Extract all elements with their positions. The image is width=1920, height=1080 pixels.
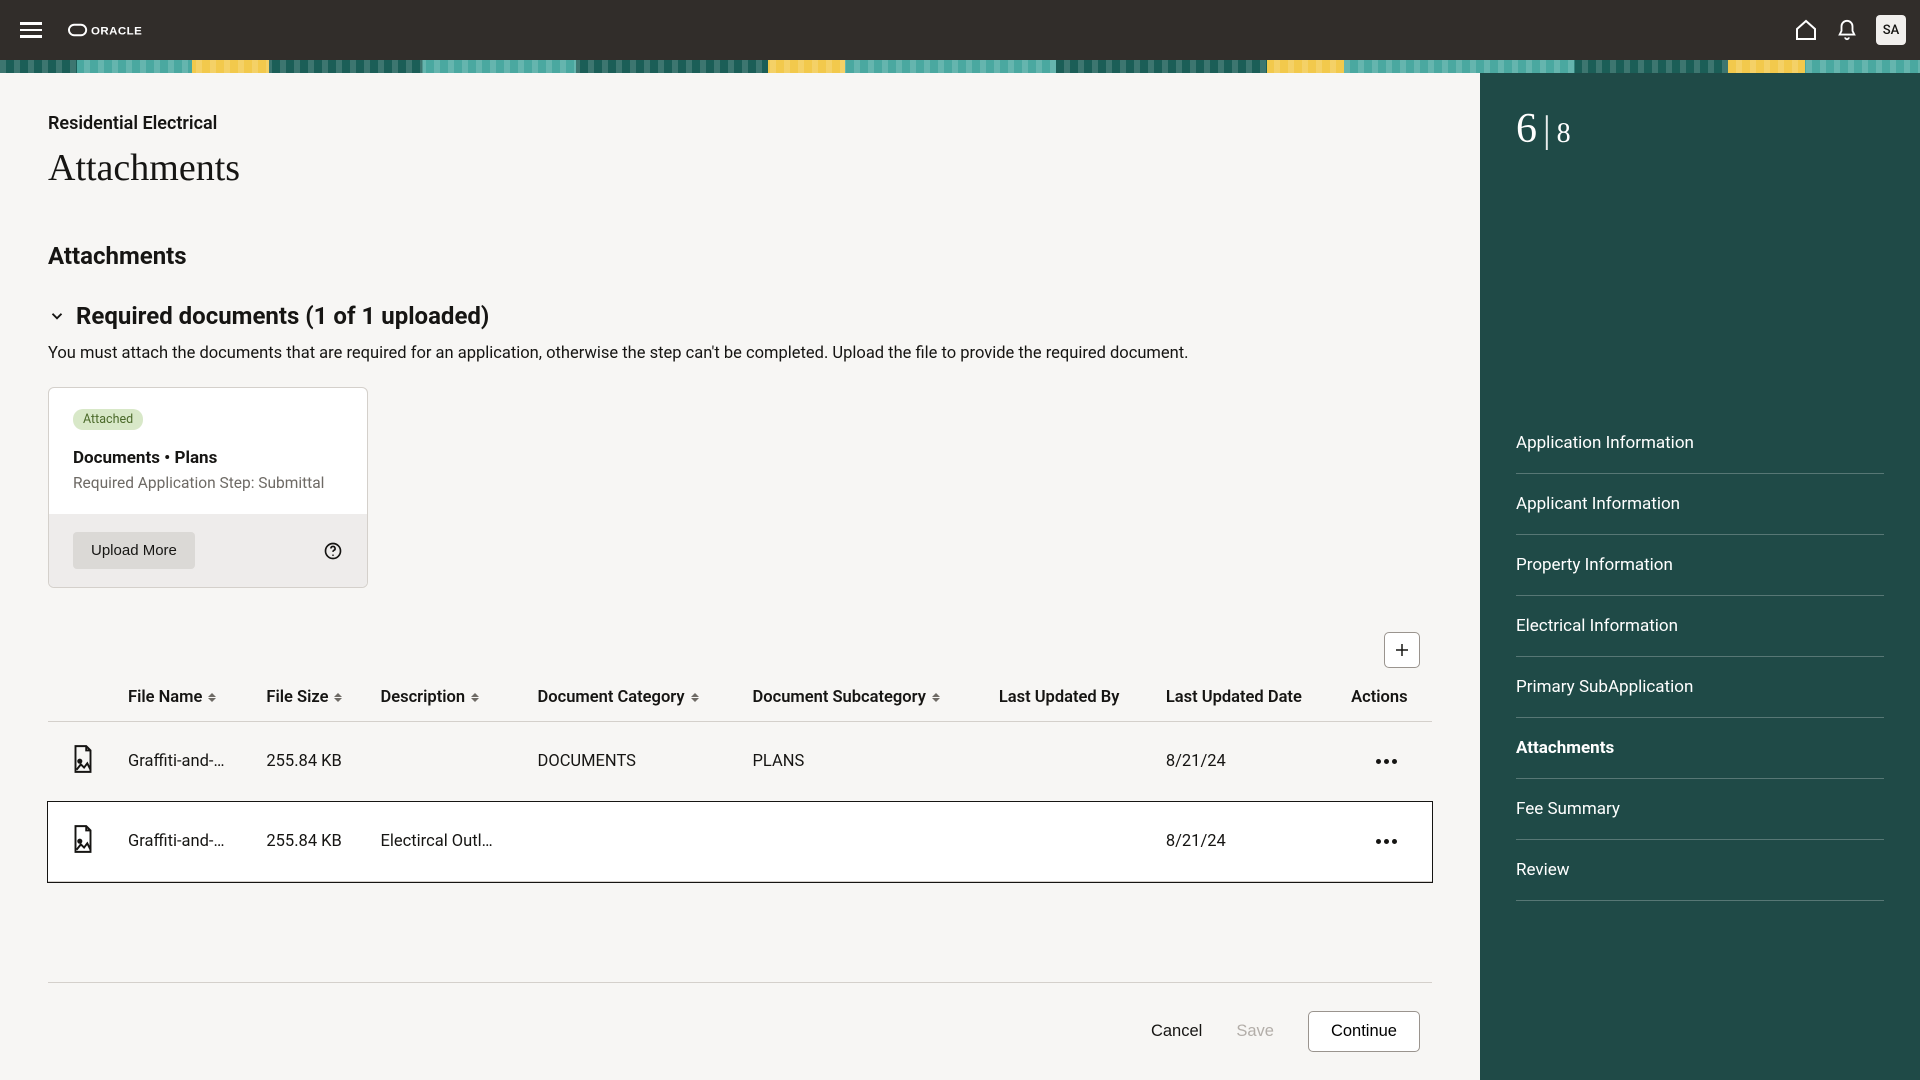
required-docs-title: Required documents (1 of 1 uploaded) (76, 302, 489, 330)
required-docs-description: You must attach the documents that are r… (48, 344, 1432, 363)
total-steps: 8 (1557, 118, 1571, 150)
cell-file-name: Graffiti-and-… (118, 722, 256, 802)
required-doc-card: Attached Documents • Plans Required Appl… (48, 387, 368, 588)
attachments-table: File Name File Size Description Document… (48, 674, 1432, 882)
col-file-name[interactable]: File Name (118, 674, 256, 722)
decorative-banner (0, 60, 1920, 73)
file-icon (48, 802, 118, 882)
nav-step[interactable]: Attachments (1516, 718, 1884, 779)
doc-card-subtitle: Required Application Step: Submittal (73, 474, 343, 492)
cell-actions[interactable] (1341, 802, 1432, 882)
step-nav: Application InformationApplicant Informa… (1516, 413, 1884, 901)
cell-updated-date: 8/21/24 (1156, 722, 1341, 802)
current-step: 6 (1516, 105, 1537, 153)
nav-step[interactable]: Primary SubApplication (1516, 657, 1884, 718)
header-left: ORACLE (14, 16, 178, 44)
side-panel: 6 | 8 Application InformationApplicant I… (1480, 73, 1920, 1080)
cell-updated-date: 8/21/24 (1156, 802, 1341, 882)
cell-file-name: Graffiti-and-… (118, 802, 256, 882)
cell-file-size: 255.84 KB (256, 802, 370, 882)
step-counter: 6 | 8 (1516, 105, 1884, 153)
col-file-size[interactable]: File Size (256, 674, 370, 722)
upload-more-button[interactable]: Upload More (73, 532, 195, 569)
doc-card-title: Documents • Plans (73, 448, 343, 468)
cell-subcategory (743, 802, 989, 882)
cell-category (528, 802, 743, 882)
cell-actions[interactable] (1341, 722, 1432, 802)
cell-updated-by (989, 802, 1156, 882)
menu-button[interactable] (14, 16, 48, 44)
col-updated-date[interactable]: Last Updated Date (1156, 674, 1341, 722)
col-description[interactable]: Description (370, 674, 527, 722)
file-icon (48, 722, 118, 802)
nav-step[interactable]: Applicant Information (1516, 474, 1884, 535)
page-title: Attachments (48, 146, 1432, 190)
cell-category: DOCUMENTS (528, 722, 743, 802)
col-subcategory[interactable]: Document Subcategory (743, 674, 989, 722)
chevron-down-icon (48, 307, 66, 325)
section-title: Attachments (48, 242, 1432, 270)
required-docs-heading[interactable]: Required documents (1 of 1 uploaded) (48, 302, 1432, 330)
row-actions-menu[interactable] (1351, 839, 1422, 844)
col-actions: Actions (1341, 674, 1432, 722)
nav-step[interactable]: Electrical Information (1516, 596, 1884, 657)
avatar[interactable]: SA (1876, 15, 1906, 45)
cancel-button[interactable]: Cancel (1151, 1022, 1202, 1041)
global-header: ORACLE SA (0, 0, 1920, 60)
cell-updated-by (989, 722, 1156, 802)
home-icon[interactable] (1794, 18, 1818, 42)
col-updated-by[interactable]: Last Updated By (989, 674, 1156, 722)
table-row[interactable]: Graffiti-and-… 255.84 KB Electircal Outl… (48, 802, 1432, 882)
add-attachment-button[interactable] (1384, 632, 1420, 668)
help-icon[interactable] (323, 541, 343, 561)
cell-file-size: 255.84 KB (256, 722, 370, 802)
row-actions-menu[interactable] (1351, 759, 1422, 764)
cell-description: Electircal Outl… (370, 802, 527, 882)
active-step-pointer (1462, 893, 1475, 915)
svg-text:ORACLE: ORACLE (91, 25, 142, 37)
nav-step[interactable]: Application Information (1516, 413, 1884, 474)
header-right: SA (1794, 15, 1906, 45)
nav-step[interactable]: Fee Summary (1516, 779, 1884, 840)
breadcrumb: Residential Electrical (48, 113, 1432, 134)
col-category[interactable]: Document Category (528, 674, 743, 722)
footer-buttons: Cancel Save Continue (48, 983, 1432, 1080)
nav-step[interactable]: Property Information (1516, 535, 1884, 596)
nav-step[interactable]: Review (1516, 840, 1884, 901)
save-button: Save (1236, 1022, 1274, 1041)
cell-subcategory: PLANS (743, 722, 989, 802)
cell-description (370, 722, 527, 802)
continue-button[interactable]: Continue (1308, 1011, 1420, 1052)
bell-icon[interactable] (1836, 18, 1858, 42)
table-row[interactable]: Graffiti-and-… 255.84 KB DOCUMENTS PLANS… (48, 722, 1432, 802)
oracle-logo: ORACLE (68, 19, 178, 41)
status-badge: Attached (73, 409, 143, 430)
main-content: Residential Electrical Attachments Attac… (0, 73, 1480, 1080)
